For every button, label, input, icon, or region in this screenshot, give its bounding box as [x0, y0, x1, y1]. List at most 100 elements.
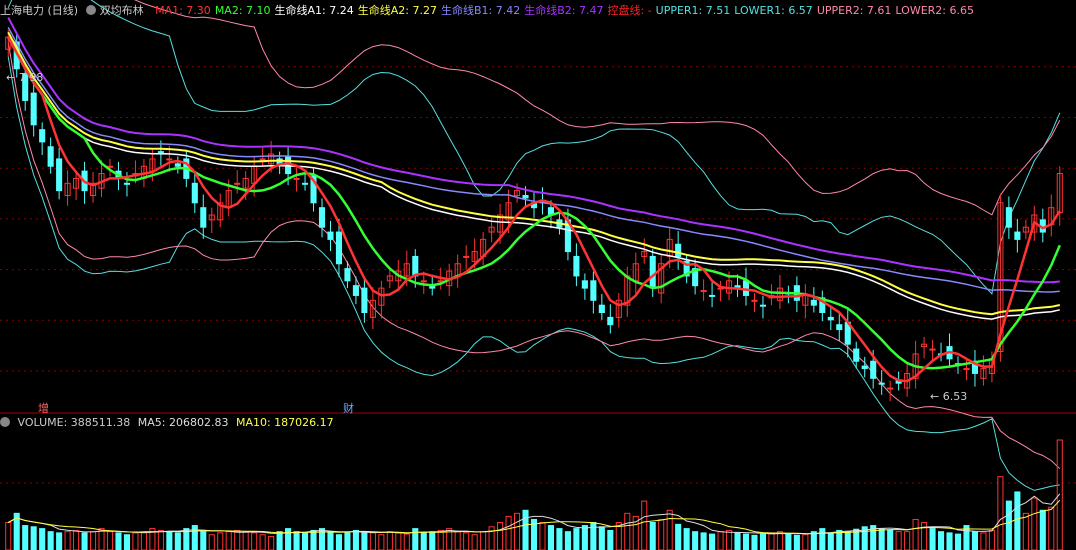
volume-bar [285, 528, 292, 550]
candle-body [810, 299, 817, 306]
volume-bar [98, 528, 105, 550]
indicator-label: 双均布林 [99, 4, 144, 17]
volume-bar [268, 536, 275, 550]
volume-bar [505, 515, 512, 550]
volume-bar [785, 533, 792, 550]
volume-settings-icon[interactable] [0, 417, 10, 427]
volume-bar [590, 522, 597, 550]
volume-bar [878, 528, 885, 550]
candle-body [853, 348, 860, 362]
volume-bar [564, 531, 571, 550]
volume-bar [666, 509, 673, 550]
volume-bar [22, 525, 29, 550]
volume-bar [1014, 491, 1021, 550]
candle-body [870, 360, 877, 379]
candle-body [607, 316, 614, 326]
volume-bar [73, 529, 80, 550]
volume-bar [573, 528, 580, 550]
volume-bar [157, 529, 164, 550]
volume-bar [420, 532, 427, 550]
volume-bar [810, 531, 817, 550]
candle-body [344, 268, 351, 282]
volume-bar [1048, 506, 1055, 550]
volume-bar [251, 532, 258, 550]
volume-bar [200, 531, 207, 550]
volume-bar [802, 534, 809, 550]
candle-body [573, 255, 580, 277]
volume-bar [115, 532, 122, 550]
volume-bar [47, 531, 54, 550]
low-price-mark: ← 6.53 [930, 390, 968, 403]
upper2-band [133, 0, 1061, 216]
event-mark-cai[interactable]: 财 [343, 400, 354, 416]
high-price-label: 7.98 [18, 71, 44, 84]
volume-bar [937, 531, 945, 550]
candle-body [742, 280, 750, 296]
volume-bar [946, 532, 953, 550]
volume-bar [471, 534, 478, 550]
legend-ma1: MA1: 7.30 [155, 4, 211, 17]
volume-bar [123, 534, 131, 550]
volume-bar [395, 532, 402, 550]
volume-bar [658, 518, 665, 550]
volume-bar [912, 518, 919, 550]
volume-bar [547, 525, 555, 550]
volume-bar [819, 528, 826, 550]
candle-body [598, 304, 605, 313]
volume-bar [429, 531, 436, 550]
candle-body [878, 382, 885, 385]
volume-bar [700, 532, 707, 550]
candle-body [522, 195, 529, 199]
candle-body [581, 280, 588, 289]
volume-bar [581, 525, 588, 550]
volume-bar [929, 528, 936, 550]
volume-bar [5, 522, 12, 550]
settings-icon[interactable] [85, 5, 96, 15]
volume-bar [386, 531, 393, 550]
candle-body [420, 280, 427, 283]
event-mark-zeng[interactable]: 增 [38, 400, 49, 416]
volume-bar [539, 522, 546, 550]
volume-bars [5, 439, 1063, 550]
volume-bar [734, 532, 741, 550]
ma5-value: MA5: 206802.83 [137, 416, 229, 429]
legend-kp: 控盘线: - [607, 4, 652, 17]
volume-bar [81, 532, 88, 550]
indicator-name[interactable]: 双均布林 [85, 4, 148, 17]
candle-body [327, 231, 334, 240]
volume-bar [64, 531, 71, 550]
volume-bar [174, 532, 181, 550]
volume-bar [1039, 509, 1046, 550]
volume-bar [624, 512, 631, 550]
candle-body [335, 231, 343, 265]
candle-body [30, 92, 37, 126]
volume-bar [276, 531, 283, 550]
volume-bar [598, 526, 605, 550]
volume-bar [980, 532, 987, 550]
candle-body [463, 255, 470, 258]
volume-bar [742, 533, 750, 550]
volume-bar [352, 529, 359, 550]
volume-bar [895, 531, 902, 550]
candle-body [200, 207, 207, 228]
candle-body [234, 182, 241, 185]
volume-bar [488, 526, 495, 550]
volume-bar [369, 532, 376, 550]
volume-bar [454, 531, 461, 550]
candle-body [174, 163, 181, 167]
candle-body [827, 316, 834, 321]
volume-bar [683, 528, 690, 550]
legend-a1: 生命线A1: 7.24 [274, 4, 354, 17]
candle-body [700, 290, 707, 293]
low-price-label: 6.53 [942, 390, 968, 403]
stock-name[interactable]: 上海电力 (日线) [0, 4, 78, 17]
volume-bar [106, 531, 114, 550]
volume-bar [310, 529, 317, 550]
volume-bar [675, 523, 682, 550]
volume-bar [234, 529, 241, 550]
volume-bar [954, 533, 962, 550]
volume-bar [725, 529, 733, 550]
volume-bar [1056, 439, 1063, 550]
volume-bar [480, 531, 487, 550]
ma-a1-line [7, 36, 1060, 320]
